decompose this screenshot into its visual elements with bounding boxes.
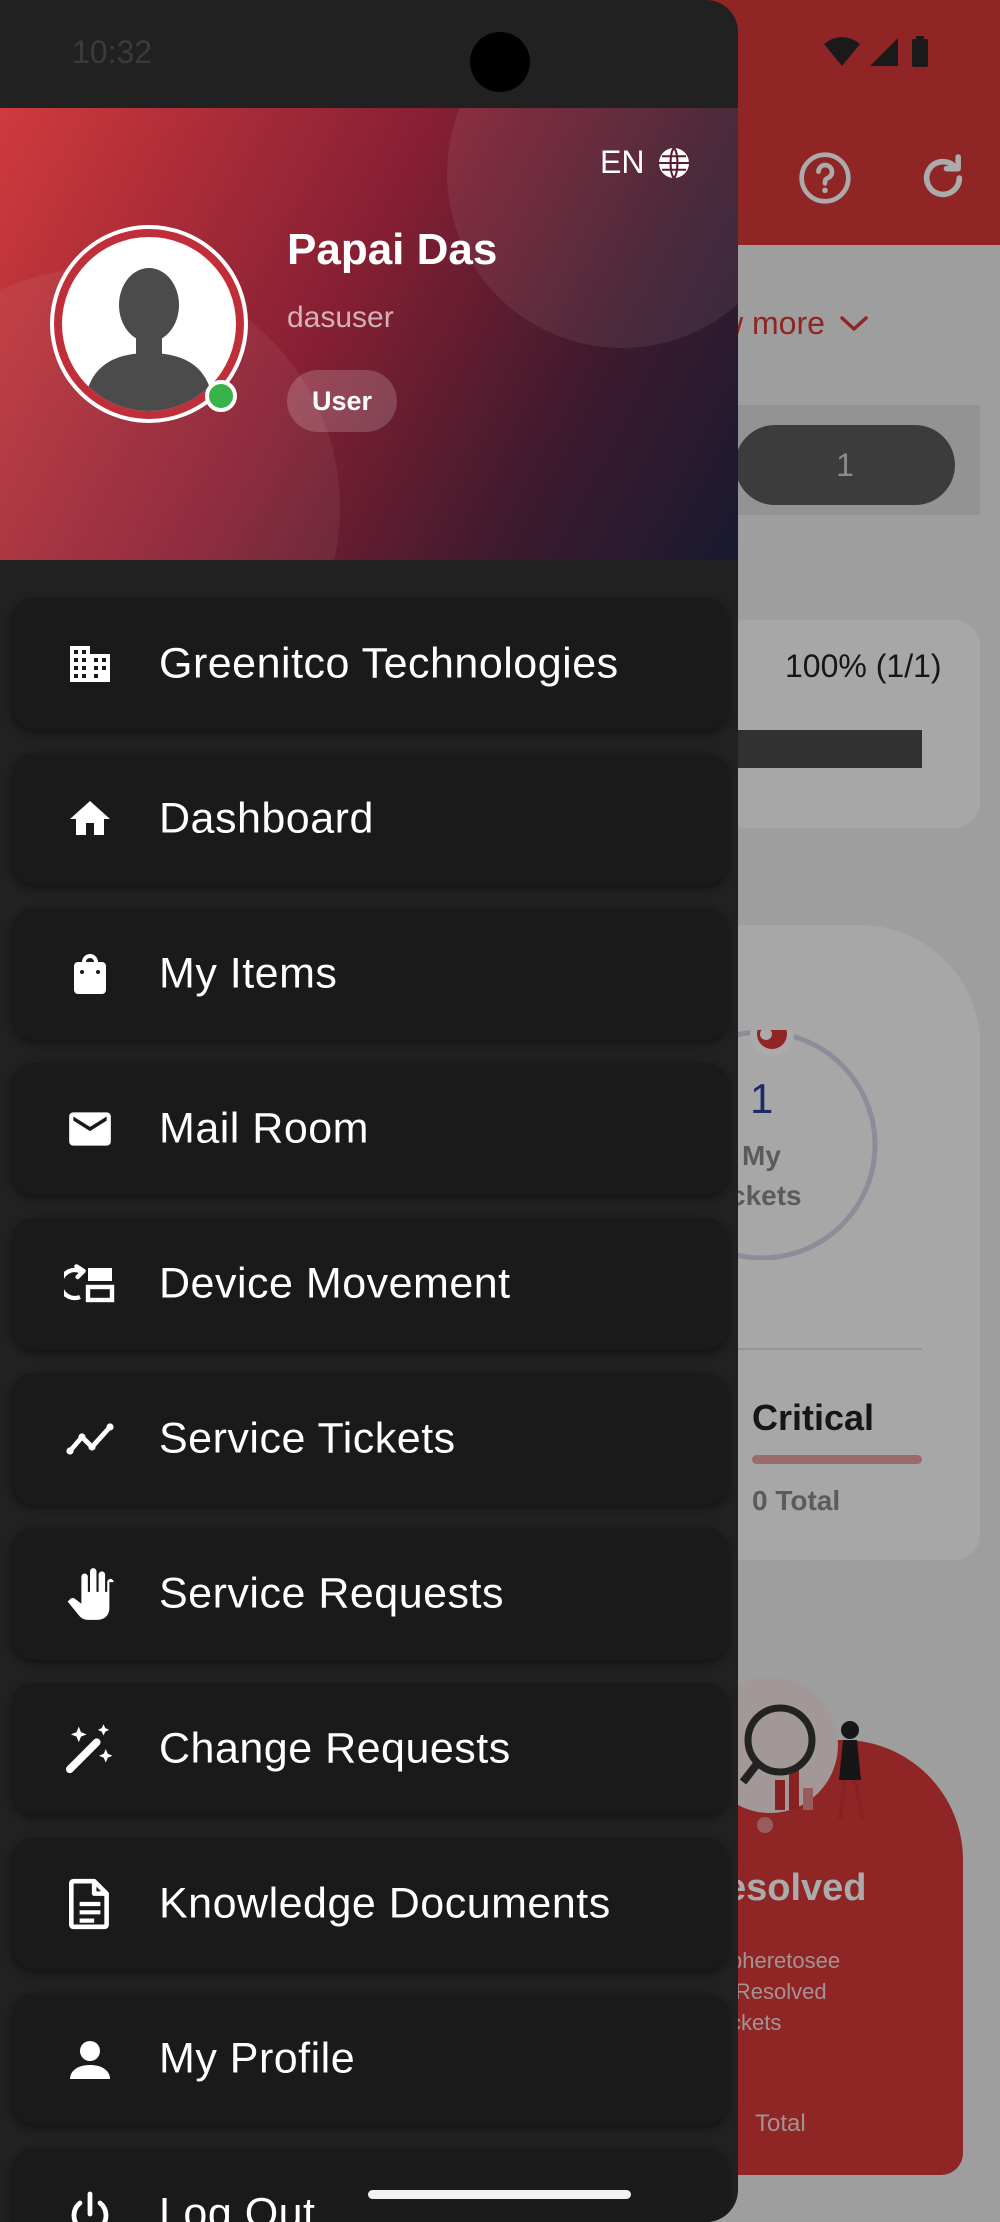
- globe-icon: [659, 146, 690, 179]
- role-badge: User: [287, 370, 398, 432]
- menu-item-knowledge-documents[interactable]: Knowledge Documents: [12, 1838, 728, 1970]
- menu-item-my-items[interactable]: My Items: [12, 908, 728, 1040]
- device-movement-icon: [62, 1260, 118, 1308]
- menu-item-label: Change Requests: [159, 1724, 511, 1773]
- menu-item-label: My Items: [159, 949, 338, 998]
- menu-item-label: Service Requests: [159, 1569, 504, 1618]
- menu-item-label: Log Out: [159, 2189, 316, 2222]
- trending-icon: [62, 1415, 118, 1463]
- magic-wand-icon: [62, 1724, 118, 1774]
- home-icon: [62, 795, 118, 843]
- online-status-dot: [205, 380, 237, 412]
- wifi-icon: [824, 37, 860, 66]
- system-status-icons: [824, 36, 928, 67]
- power-icon: [62, 2190, 118, 2222]
- menu-item-dashboard[interactable]: Dashboard: [12, 753, 728, 885]
- menu-item-service-tickets[interactable]: Service Tickets: [12, 1373, 728, 1505]
- status-bar: 10:32: [0, 0, 1000, 108]
- menu-item-mail-room[interactable]: Mail Room: [12, 1063, 728, 1195]
- menu-item-label: Knowledge Documents: [159, 1879, 611, 1928]
- menu-item-my-profile[interactable]: My Profile: [12, 1993, 728, 2125]
- menu-item-label: Mail Room: [159, 1104, 369, 1153]
- menu-item-label: Dashboard: [159, 794, 374, 843]
- username: dasuser: [287, 301, 394, 334]
- menu-item-organization[interactable]: Greenitco Technologies: [12, 598, 728, 730]
- status-time: 10:32: [72, 34, 153, 70]
- document-icon: [62, 1878, 118, 1930]
- battery-icon: [912, 39, 928, 67]
- home-indicator[interactable]: [368, 2190, 631, 2199]
- menu-item-change-requests[interactable]: Change Requests: [12, 1683, 728, 1815]
- menu-item-label: Service Tickets: [159, 1414, 456, 1463]
- menu-item-label: Greenitco Technologies: [159, 639, 619, 688]
- camera-cutout: [470, 32, 530, 92]
- navigation-drawer: EN Papai Das dasuser User Greenitco Tech…: [0, 0, 738, 2222]
- menu-item-log-out[interactable]: Log Out: [12, 2148, 728, 2222]
- hand-icon: [62, 1568, 118, 1620]
- menu-item-service-requests[interactable]: Service Requests: [12, 1528, 728, 1660]
- signal-icon: [870, 38, 898, 66]
- person-icon: [62, 2035, 118, 2083]
- menu-item-label: Device Movement: [159, 1259, 511, 1308]
- mail-icon: [62, 1105, 118, 1153]
- shopping-bag-icon: [62, 950, 118, 998]
- menu-item-label: My Profile: [159, 2034, 356, 2083]
- language-code: EN: [600, 144, 645, 180]
- user-name: Papai Das: [287, 225, 498, 274]
- drawer-header: EN Papai Das dasuser User: [0, 108, 738, 560]
- language-selector[interactable]: EN: [600, 144, 692, 181]
- building-icon: [62, 640, 118, 688]
- menu-item-device-movement[interactable]: Device Movement: [12, 1218, 728, 1350]
